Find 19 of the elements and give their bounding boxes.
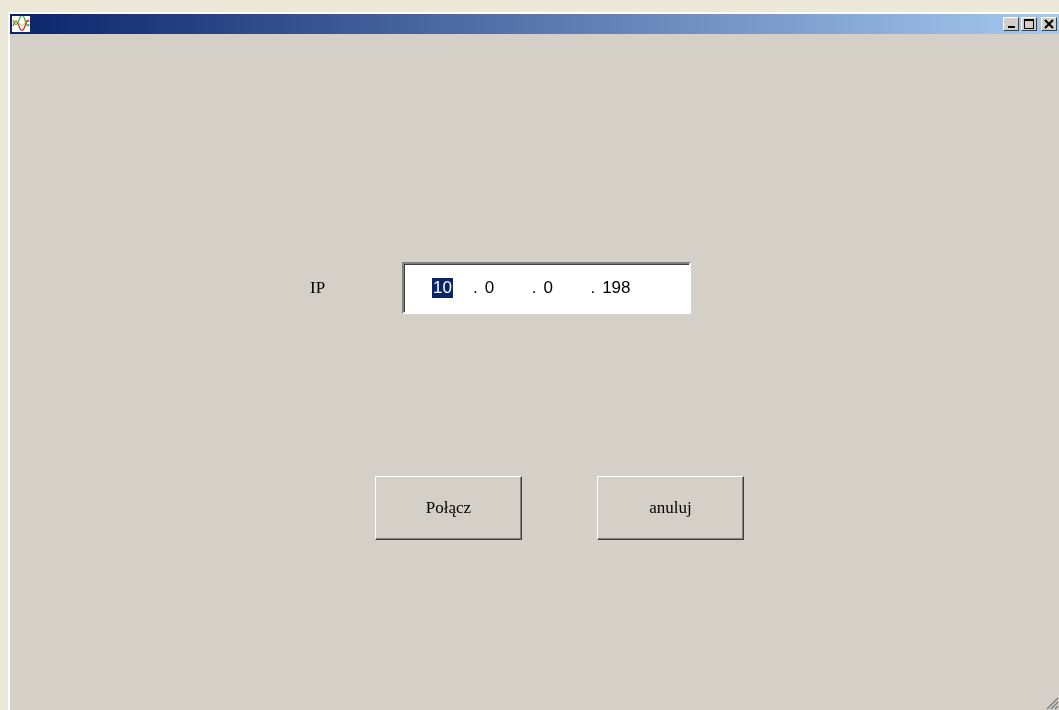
ip-octet[interactable]: 10 <box>432 278 453 298</box>
minimize-icon <box>1007 26 1015 28</box>
ip-octet[interactable]: 0 <box>542 278 567 298</box>
dialog-button[interactable]: anuluj <box>597 476 744 540</box>
ip-octet[interactable]: 198 <box>601 278 632 298</box>
resize-grip-icon <box>1045 696 1059 710</box>
close-icon <box>1044 19 1054 29</box>
minimize-button[interactable] <box>1003 17 1019 31</box>
dialog-button[interactable]: Połącz <box>375 476 522 540</box>
wave-logo-icon <box>12 16 30 32</box>
dot-separator: . <box>531 278 537 298</box>
dot-separator: . <box>590 278 596 298</box>
dot-separator: . <box>472 278 478 298</box>
close-button[interactable] <box>1041 17 1057 31</box>
ip-label: IP <box>310 278 327 298</box>
maximize-icon <box>1024 19 1034 29</box>
maximize-button[interactable] <box>1021 17 1037 31</box>
ip-address-field[interactable]: 10 . 0 . 0 . 198 <box>402 262 691 314</box>
ip-octet[interactable]: 0 <box>483 278 508 298</box>
